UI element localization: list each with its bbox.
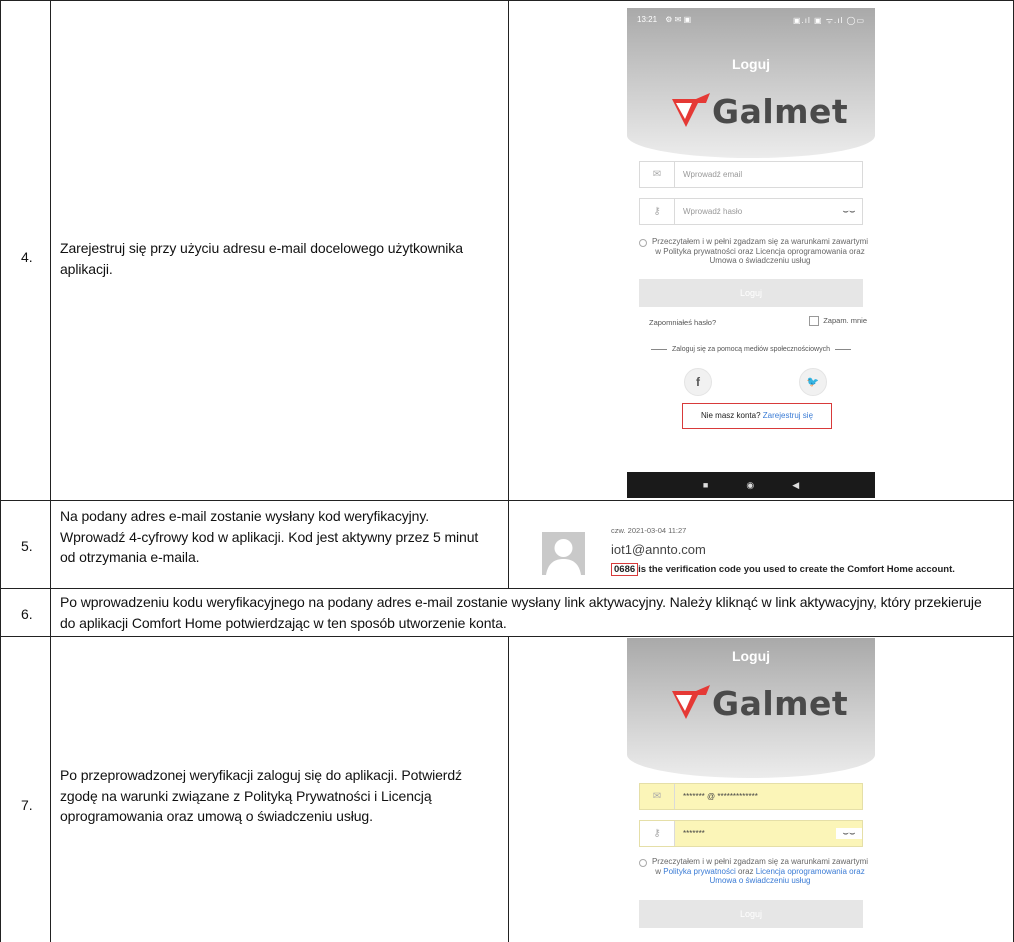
forgot-password-link[interactable]: Zapomniałeś hasło? — [649, 318, 716, 327]
email-value: ******* @ ************* — [683, 792, 758, 801]
key-icon: ⚷ — [640, 821, 675, 846]
instruction-table: 4. Zarejestruj się przy użyciu adresu e-… — [0, 0, 1014, 942]
back-icon[interactable]: ◀ — [792, 480, 799, 491]
password-value: ******* — [683, 829, 705, 838]
screen-title: Loguj — [731, 56, 771, 72]
row-number: 4. — [21, 249, 33, 265]
galmet-logo: Galmet — [672, 684, 848, 723]
row-text: Na podany adres e-mail zostanie wysłany … — [60, 508, 479, 565]
status-bar: 13:21 ⚙ ✉ ▣ ▣.ıl ▣ ᯤ.ıl ◯▭ — [637, 15, 865, 25]
galmet-logo-mark — [672, 92, 710, 127]
galmet-logo-mark — [672, 684, 710, 719]
galmet-logo: Galmet — [672, 92, 848, 131]
register-box[interactable]: Nie masz konta? Zarejestruj się — [682, 403, 832, 429]
logo-text: Galmet — [712, 684, 849, 723]
no-account-text: Nie masz konta? — [700, 411, 761, 420]
email-sender: iot1@annto.com — [611, 542, 706, 557]
home-icon[interactable]: ◉ — [746, 480, 754, 491]
terms-text: Przeczytałem i w pełni zgadzam się za wa… — [651, 237, 869, 265]
social-login-label: Zaloguj się za pomocą mediów społecznośc… — [639, 346, 863, 353]
app-login-screenshot: 13:21 ⚙ ✉ ▣ ▣.ıl ▣ ᯤ.ıl ◯▭ Loguj Galmet … — [627, 8, 875, 498]
envelope-icon: ✉ — [640, 162, 675, 187]
screen-title: Loguj — [731, 648, 771, 664]
twitter-icon[interactable]: 🐦 — [799, 368, 827, 396]
row-text: Zarejestruj się przy użyciu adresu e-mai… — [60, 240, 463, 277]
email-body: 0686 is the verification code you used to… — [611, 563, 955, 576]
remember-checkbox[interactable] — [809, 316, 820, 327]
status-icons: ⚙ ✉ ▣ — [665, 15, 692, 24]
facebook-icon[interactable]: f — [684, 368, 712, 396]
login-button[interactable]: Loguj — [639, 900, 863, 928]
terms-radio[interactable] — [639, 239, 647, 247]
password-field[interactable]: ⚷ Wprowadź hasło ⌣⌣ — [639, 198, 863, 225]
logo-text: Galmet — [712, 92, 849, 131]
row-text: Po wprowadzeniu kodu weryfikacyjnego na … — [60, 594, 982, 631]
terms-consent[interactable]: Przeczytałem i w pełni zgadzam się za wa… — [639, 237, 869, 266]
terms-consent[interactable]: Przeczytałem i w pełni zgadzam się za wa… — [639, 857, 869, 886]
remember-me[interactable]: Zapam. mnie — [809, 316, 867, 327]
terms-text: Przeczytałem i w pełni zgadzam się za wa… — [651, 857, 869, 885]
remember-label: Zapam. mnie — [823, 316, 867, 325]
register-link[interactable]: Zarejestruj się — [763, 411, 813, 420]
terms-radio[interactable] — [639, 859, 647, 867]
email-body-text: is the verification code you used to cre… — [638, 564, 955, 575]
email-field[interactable]: ✉ Wprowadź email — [639, 161, 863, 188]
row-number: 6. — [21, 606, 33, 622]
password-placeholder: Wprowadź hasło — [683, 207, 743, 216]
email-placeholder: Wprowadź email — [683, 170, 743, 179]
eye-closed-icon[interactable]: ⌣⌣ — [836, 206, 862, 217]
row-number: 5. — [21, 538, 33, 554]
avatar — [542, 532, 585, 575]
user-silhouette-icon — [546, 539, 581, 575]
row-number: 7. — [21, 797, 33, 813]
status-right: ▣.ıl ▣ ᯤ.ıl ◯▭ — [792, 16, 865, 25]
privacy-policy-link[interactable]: Polityka prywatności — [663, 867, 735, 876]
password-field[interactable]: ⚷ ******* ⌣⌣ — [639, 820, 863, 847]
eye-closed-icon[interactable]: ⌣⌣ — [836, 828, 862, 839]
verification-code: 0686 — [611, 563, 639, 576]
app-login-filled-screenshot: Loguj Galmet ✉ ******* @ ************* ⚷… — [627, 638, 875, 942]
email-field[interactable]: ✉ ******* @ ************* — [639, 783, 863, 810]
status-time: 13:21 — [637, 15, 658, 24]
key-icon: ⚷ — [640, 199, 675, 224]
row-text: Po przeprowadzonej weryfikacji zaloguj s… — [60, 767, 462, 824]
recent-apps-icon[interactable]: ■ — [703, 480, 708, 490]
envelope-icon: ✉ — [640, 784, 675, 809]
login-button[interactable]: Loguj — [639, 279, 863, 307]
android-nav-bar: ■ ◉ ◀ — [627, 472, 875, 498]
email-date: czw. 2021-03-04 11:27 — [611, 526, 687, 535]
